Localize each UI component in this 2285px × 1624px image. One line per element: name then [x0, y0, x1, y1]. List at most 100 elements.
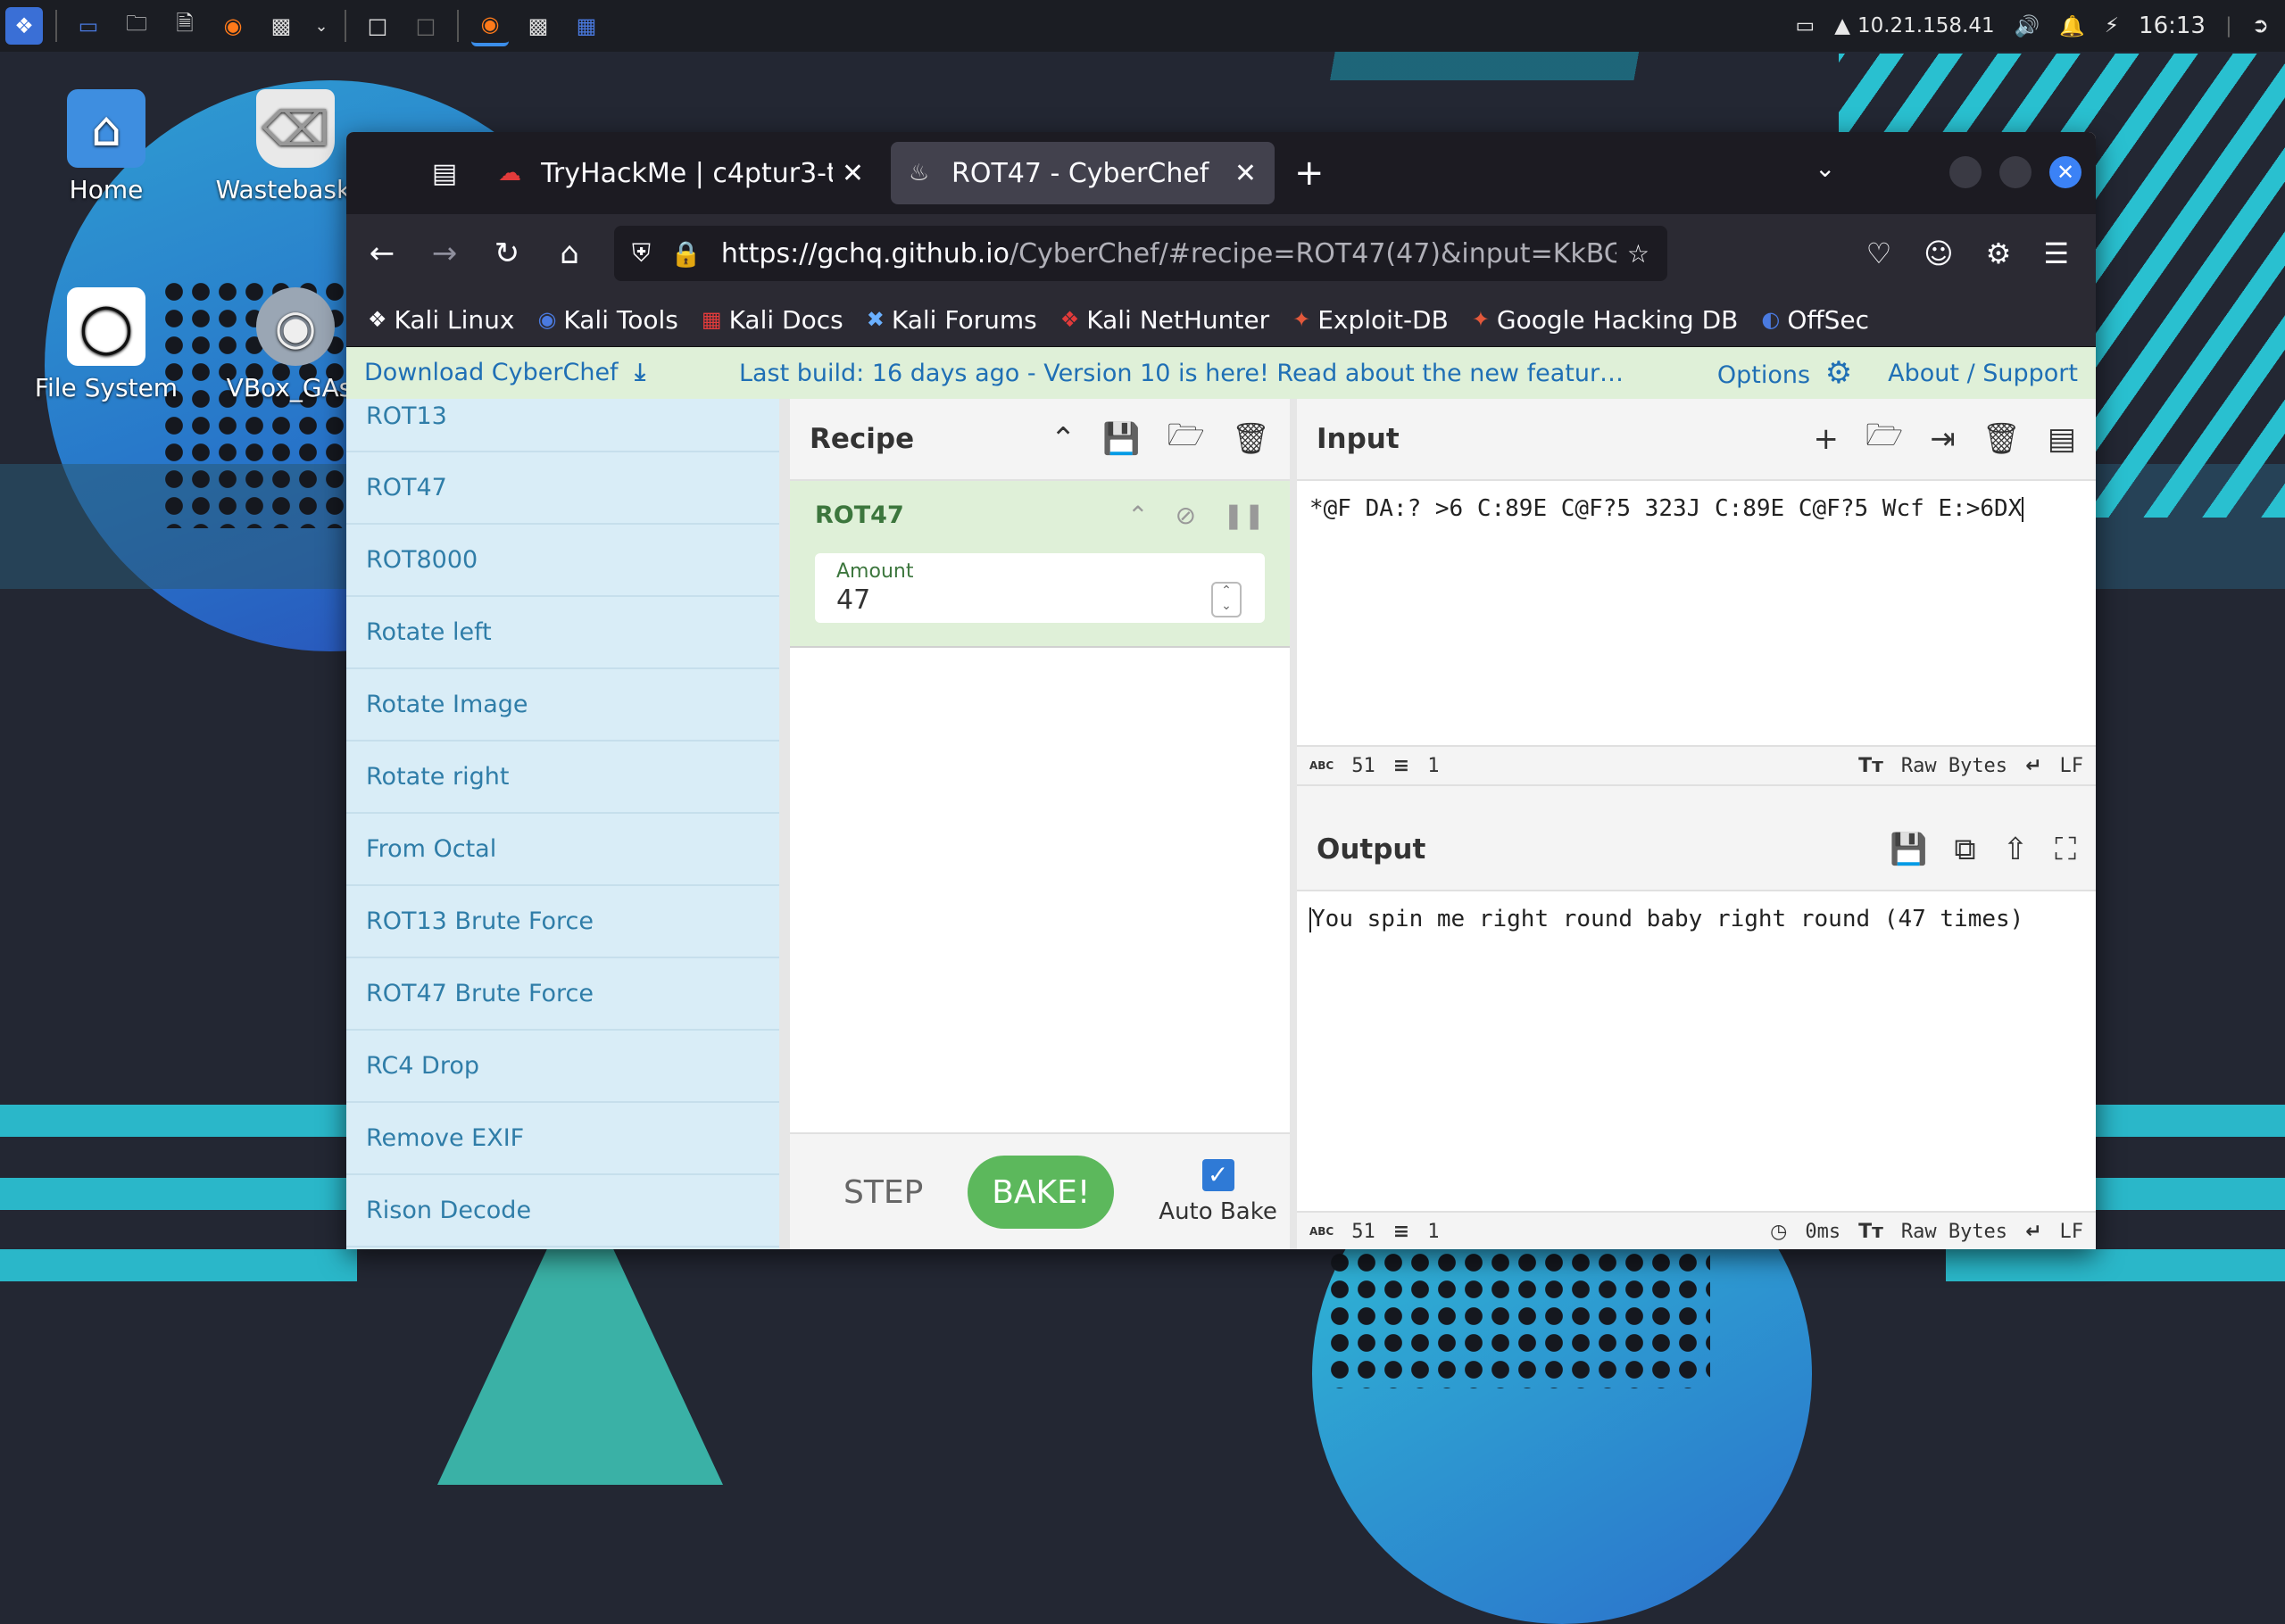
bookmark-kali-docs[interactable]: ▦ Kali Docs	[702, 305, 843, 335]
tab-tryhackme[interactable]: ☁ TryHackMe | c4ptur3-th3-flag ✕	[480, 142, 882, 204]
disable-icon[interactable]: ⊘	[1176, 501, 1196, 530]
options-link[interactable]: Options ⚙	[1717, 355, 1852, 391]
save-icon[interactable]: 💾	[1102, 421, 1140, 457]
volume-icon[interactable]: 🔊	[2015, 14, 2040, 38]
folder-icon[interactable]: 🗁	[1167, 414, 1205, 465]
terminal-window-icon[interactable]: ▩	[519, 7, 557, 45]
desktop-icon-home[interactable]: ⌂ Home	[21, 89, 191, 204]
pause-icon[interactable]: ❚❚	[1223, 501, 1265, 530]
copy-icon[interactable]: ⧉	[1954, 832, 1975, 867]
power-manager-icon[interactable]: ⚡	[2105, 14, 2119, 37]
open-file-icon[interactable]: 🗁	[1865, 414, 1903, 465]
build-notice-link[interactable]: Last build: 16 days ago - Version 10 is …	[645, 360, 1717, 387]
add-input-icon[interactable]: +	[1814, 421, 1840, 457]
show-desktop-icon[interactable]: ▭	[70, 7, 107, 45]
recipe-drop-area[interactable]	[790, 648, 1290, 1132]
number-stepper[interactable]: ⌃ ⌄	[1211, 582, 1242, 617]
operation-item[interactable]: ROT13 Brute Force	[346, 886, 779, 958]
tab-cyberchef[interactable]: ♨ ROT47 - CyberChef ✕	[891, 142, 1275, 204]
output-eol[interactable]: LF	[2060, 1221, 2084, 1243]
save-output-icon[interactable]: 💾	[1890, 832, 1927, 867]
tab-manager-icon[interactable]: ▤	[418, 146, 471, 200]
operation-item[interactable]: From Octal	[346, 814, 779, 886]
reset-layout-icon[interactable]: ▤	[2048, 421, 2076, 457]
workspace-1-icon[interactable]: □	[359, 7, 396, 45]
input-eol[interactable]: LF	[2060, 755, 2084, 777]
url-bar[interactable]: ⛨ 🔒 https://gchq.github.io /CyberChef/#r…	[614, 226, 1667, 281]
bake-button[interactable]: BAKE!	[968, 1156, 1115, 1229]
bookmark-kali-nethunter[interactable]: ❖ Kali NetHunter	[1060, 305, 1269, 335]
operation-item[interactable]: Rotate left	[346, 597, 779, 669]
forward-icon[interactable]: →	[418, 236, 471, 271]
extensions-icon[interactable]: ⚙	[1986, 236, 2012, 270]
list-all-tabs-icon[interactable]: ⌄	[1815, 153, 1835, 183]
bookmark-kali-forums[interactable]: ✖ Kali Forums	[867, 305, 1037, 335]
trash-icon[interactable]: 🗑	[1232, 421, 1270, 457]
new-tab-icon[interactable]: +	[1294, 153, 1325, 194]
shield-icon[interactable]: ⛨	[632, 238, 651, 269]
bookmark-kali-linux[interactable]: ❖ Kali Linux	[368, 305, 514, 335]
pocket-icon[interactable]: ♡	[1866, 236, 1892, 270]
chevron-down-icon[interactable]: ⌄	[311, 7, 332, 45]
about-support-link[interactable]: About / Support	[1888, 360, 2078, 387]
step-button[interactable]: STEP	[843, 1174, 923, 1211]
chevron-up-icon[interactable]: ⌃	[1127, 501, 1148, 530]
operation-item[interactable]: ROT13	[346, 399, 779, 452]
output-encoding[interactable]: Raw Bytes	[1901, 1221, 2007, 1243]
bookmark-kali-tools[interactable]: ◉ Kali Tools	[537, 305, 677, 335]
input-textarea[interactable]: *@F DA:? >6 C:89E C@F?5 323J C:89E C@F?5…	[1297, 481, 2096, 745]
reload-icon[interactable]: ↻	[480, 236, 534, 271]
maximize-button[interactable]	[1999, 156, 2032, 188]
io-resize-handle[interactable]	[1297, 784, 2096, 809]
account-icon[interactable]: ☺	[1924, 236, 1953, 270]
operation-item[interactable]: Rotate Image	[346, 669, 779, 742]
text-editor-icon[interactable]: 🗎	[166, 7, 204, 45]
file-manager-icon[interactable]: 🗀	[118, 7, 155, 45]
operation-item[interactable]: Remove EXIF	[346, 1103, 779, 1175]
clear-input-icon[interactable]: 🗑	[1982, 421, 2021, 457]
close-icon[interactable]: ✕	[842, 158, 864, 189]
output-text[interactable]: You spin me right round baby right round…	[1297, 891, 2096, 1211]
display-icon[interactable]: ▭	[1796, 14, 1816, 37]
open-folder-icon[interactable]: ⇥	[1930, 421, 1956, 457]
operation-item[interactable]: Rotate right	[346, 742, 779, 814]
network-icon[interactable]: ▲	[1834, 14, 1850, 37]
notification-icon[interactable]: 🔔	[2059, 14, 2085, 38]
operation-item[interactable]: ROT47 Brute Force	[346, 958, 779, 1031]
input-encoding[interactable]: Raw Bytes	[1901, 755, 2007, 777]
window-close-button[interactable]: ✕	[2049, 156, 2081, 188]
lock-icon[interactable]: 🔒	[670, 239, 702, 269]
operation-item[interactable]: ROT47	[346, 452, 779, 525]
desktop-icon-file-system[interactable]: ◯ File System	[21, 287, 191, 402]
clock[interactable]: 16:13	[2139, 12, 2206, 39]
firefox-window-icon[interactable]: ◉	[471, 5, 509, 46]
firefox-icon[interactable]: ◉	[214, 7, 252, 45]
download-cyberchef-link[interactable]: Download CyberChef ⤓	[364, 359, 645, 387]
maximize-icon[interactable]: ⛶	[2055, 832, 2076, 867]
logout-icon[interactable]: ➲	[2252, 14, 2269, 37]
close-icon[interactable]: ✕	[1234, 158, 1257, 189]
operation-item[interactable]: RC4 Drop	[346, 1031, 779, 1103]
checkbox-checked-icon[interactable]: ✓	[1201, 1159, 1234, 1191]
auto-bake-toggle[interactable]: ✓ Auto Bake	[1159, 1159, 1277, 1225]
amount-field[interactable]: Amount 47 ⌃ ⌄	[815, 553, 1265, 623]
terminal-icon[interactable]: ▩	[262, 7, 300, 45]
workspace-2-icon[interactable]: □	[407, 7, 445, 45]
window-icon[interactable]: ▦	[568, 7, 605, 45]
bookmark-offsec[interactable]: ◐ OffSec	[1761, 305, 1869, 335]
chevron-up-icon[interactable]: ⌃	[1051, 421, 1076, 457]
minimize-button[interactable]	[1949, 156, 1982, 188]
bookmark-star-icon[interactable]: ☆	[1627, 239, 1649, 269]
replace-input-icon[interactable]: ⇧	[2003, 832, 2029, 867]
bookmarks-toolbar: ❖ Kali Linux ◉ Kali Tools ▦ Kali Docs ✖ Kali…	[346, 293, 2096, 347]
bookmark-google-hacking-db[interactable]: ✦ Google Hacking DB	[1472, 305, 1739, 335]
menu-icon[interactable]: ☰	[2043, 236, 2069, 270]
operation-item[interactable]: Rison Decode	[346, 1175, 779, 1247]
bookmark-exploit-db[interactable]: ✦ Exploit-DB	[1292, 305, 1449, 335]
operation-item[interactable]: ROT8000	[346, 525, 779, 597]
kali-menu-icon[interactable]: ❖	[5, 7, 43, 45]
recipe-operation-rot47[interactable]: ROT47 ⌃ ⊘ ❚❚ Amount 47 ⌃ ⌄	[790, 481, 1290, 648]
home-icon[interactable]: ⌂	[543, 236, 596, 271]
amount-value[interactable]: 47	[836, 584, 1243, 616]
back-icon[interactable]: ←	[355, 236, 409, 271]
